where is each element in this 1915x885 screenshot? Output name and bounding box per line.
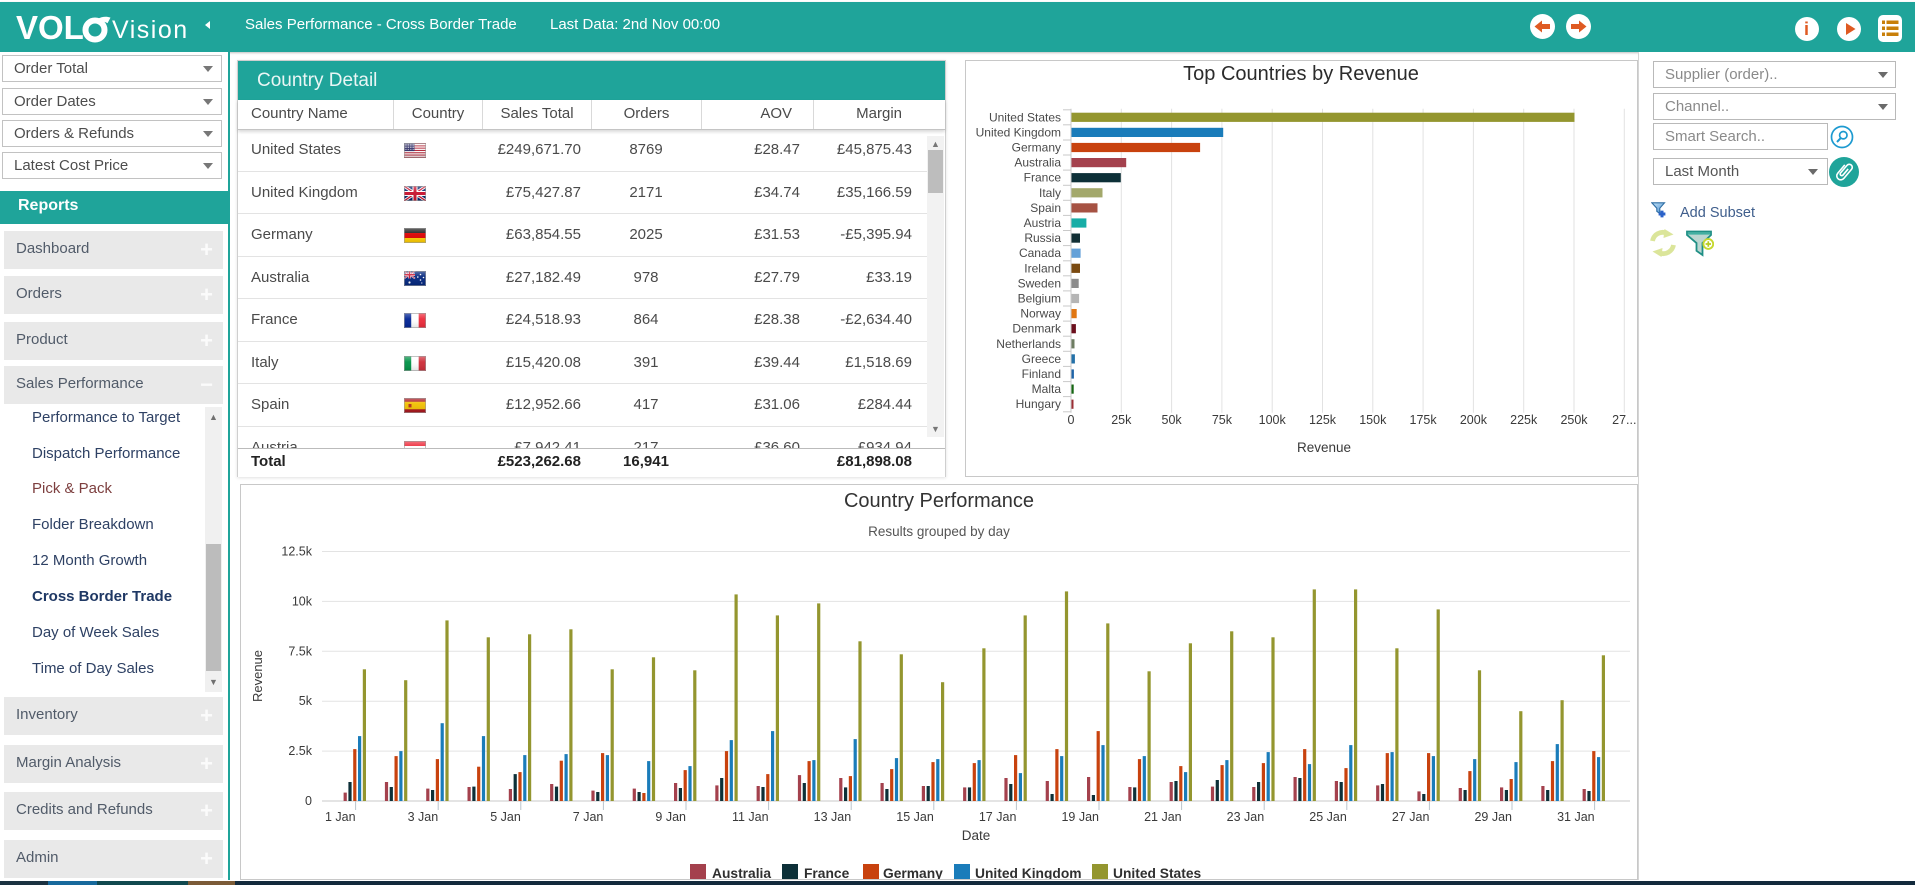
svg-text:0: 0 xyxy=(305,794,312,808)
svg-text:27...: 27... xyxy=(1612,413,1636,427)
svg-text:125k: 125k xyxy=(1309,413,1337,427)
svg-text:50k: 50k xyxy=(1162,413,1183,427)
svg-text:25 Jan: 25 Jan xyxy=(1309,810,1347,824)
svg-text:31 Jan: 31 Jan xyxy=(1557,810,1595,824)
svg-text:5k: 5k xyxy=(299,694,313,708)
svg-text:7.5k: 7.5k xyxy=(288,644,312,658)
svg-text:Spain: Spain xyxy=(1030,201,1061,215)
svg-text:United States: United States xyxy=(989,110,1061,124)
svg-text:Russia: Russia xyxy=(1024,231,1061,245)
svg-text:Norway: Norway xyxy=(1020,307,1061,321)
svg-text:27 Jan: 27 Jan xyxy=(1392,810,1430,824)
svg-text:21 Jan: 21 Jan xyxy=(1144,810,1182,824)
svg-text:1 Jan: 1 Jan xyxy=(325,810,356,824)
svg-text:175k: 175k xyxy=(1410,413,1438,427)
svg-text:Denmark: Denmark xyxy=(1012,322,1062,336)
svg-text:12.5k: 12.5k xyxy=(281,545,312,559)
svg-text:Greece: Greece xyxy=(1022,352,1062,366)
svg-text:200k: 200k xyxy=(1460,413,1488,427)
svg-text:Austria: Austria xyxy=(1024,216,1062,230)
svg-text:19 Jan: 19 Jan xyxy=(1061,810,1099,824)
svg-text:Ireland: Ireland xyxy=(1024,261,1061,275)
svg-text:Revenue: Revenue xyxy=(1297,440,1351,455)
svg-text:Australia: Australia xyxy=(1014,156,1061,170)
svg-text:29 Jan: 29 Jan xyxy=(1474,810,1512,824)
svg-text:Italy: Italy xyxy=(1039,186,1061,200)
svg-text:Sweden: Sweden xyxy=(1018,276,1061,290)
svg-text:5 Jan: 5 Jan xyxy=(490,810,521,824)
svg-text:Country Performance: Country Performance xyxy=(844,490,1034,512)
svg-text:Revenue: Revenue xyxy=(250,650,265,702)
svg-text:7 Jan: 7 Jan xyxy=(573,810,604,824)
svg-text:3 Jan: 3 Jan xyxy=(408,810,439,824)
svg-text:25k: 25k xyxy=(1111,413,1132,427)
svg-text:23 Jan: 23 Jan xyxy=(1227,810,1265,824)
svg-text:Germany: Germany xyxy=(1012,141,1061,155)
svg-text:United States: United States xyxy=(1113,866,1201,879)
svg-text:Hungary: Hungary xyxy=(1016,397,1061,411)
svg-text:13 Jan: 13 Jan xyxy=(814,810,852,824)
svg-text:Top Countries by Revenue: Top Countries by Revenue xyxy=(1183,63,1419,85)
svg-text:France: France xyxy=(1024,171,1062,185)
svg-text:150k: 150k xyxy=(1359,413,1387,427)
svg-text:Belgium: Belgium xyxy=(1018,292,1061,306)
svg-text:Finland: Finland xyxy=(1022,367,1061,381)
svg-text:Netherlands: Netherlands xyxy=(996,337,1061,351)
svg-text:10k: 10k xyxy=(292,594,313,608)
svg-text:100k: 100k xyxy=(1259,413,1287,427)
svg-text:United Kingdom: United Kingdom xyxy=(976,125,1061,139)
svg-text:17 Jan: 17 Jan xyxy=(979,810,1017,824)
svg-text:11 Jan: 11 Jan xyxy=(732,810,769,824)
svg-text:0: 0 xyxy=(1068,413,1075,427)
svg-text:Results grouped by day: Results grouped by day xyxy=(868,524,1010,539)
svg-text:225k: 225k xyxy=(1510,413,1538,427)
svg-text:2.5k: 2.5k xyxy=(288,744,312,758)
svg-text:250k: 250k xyxy=(1560,413,1588,427)
svg-text:Germany: Germany xyxy=(883,866,943,879)
svg-text:Australia: Australia xyxy=(712,866,771,879)
svg-text:75k: 75k xyxy=(1212,413,1233,427)
svg-text:15 Jan: 15 Jan xyxy=(896,810,934,824)
svg-text:Malta: Malta xyxy=(1032,382,1062,396)
svg-text:United Kingdom: United Kingdom xyxy=(975,866,1082,879)
svg-text:France: France xyxy=(804,866,850,879)
svg-text:Canada: Canada xyxy=(1019,246,1061,260)
svg-text:Date: Date xyxy=(962,828,991,843)
svg-text:9 Jan: 9 Jan xyxy=(655,810,686,824)
